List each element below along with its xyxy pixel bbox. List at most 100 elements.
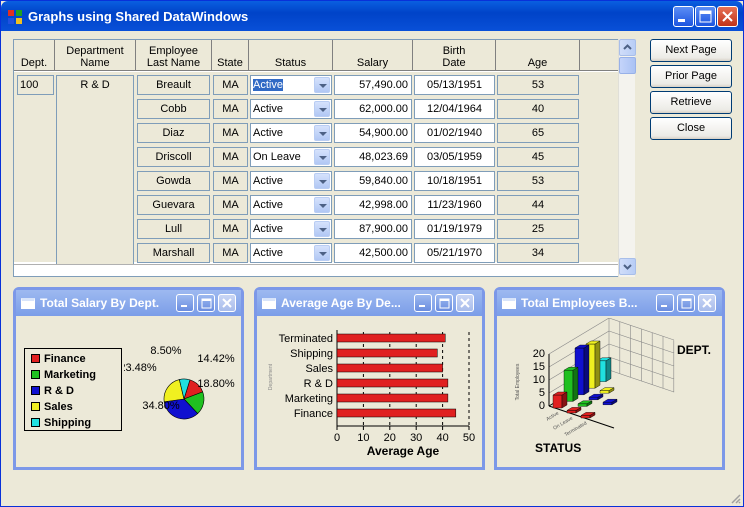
chevron-down-icon[interactable]	[314, 101, 330, 117]
salary-pie-chart: 14.42% 18.80% 34.80% 23.48% 8.50%	[124, 345, 235, 420]
status-dropdown[interactable]: Active	[250, 99, 332, 119]
scroll-thumb[interactable]	[619, 57, 636, 74]
cell-state[interactable]: MA	[213, 171, 248, 191]
cell-salary[interactable]: 54,900.00	[334, 123, 412, 143]
retrieve-button[interactable]: Retrieve	[650, 91, 732, 114]
cell-last-name[interactable]: Guevara	[137, 195, 210, 215]
scroll-down-button[interactable]	[619, 258, 636, 275]
cell-salary[interactable]: 42,998.00	[334, 195, 412, 215]
title-bar[interactable]: Graphs using Shared DataWindows	[1, 1, 743, 31]
cell-last-name[interactable]: Gowda	[137, 171, 210, 191]
status-dropdown[interactable]: Active	[250, 243, 332, 263]
cell-salary[interactable]: 57,490.00	[334, 75, 412, 95]
chevron-down-icon[interactable]	[314, 173, 330, 189]
cell-state[interactable]: MA	[213, 147, 248, 167]
cell-salary[interactable]: 48,023.69	[334, 147, 412, 167]
cell-last-name[interactable]: Diaz	[137, 123, 210, 143]
cell-state[interactable]: MA	[213, 243, 248, 263]
bar-side	[572, 366, 579, 402]
cell-dept-name[interactable]: R & D	[56, 75, 134, 265]
header-state: State	[212, 40, 249, 71]
bar	[336, 363, 443, 373]
cell-birth-date[interactable]: 01/02/1940	[414, 123, 495, 143]
cell-birth-date[interactable]: 01/19/1979	[414, 219, 495, 239]
minimize-button[interactable]	[673, 6, 694, 27]
cell-age[interactable]: 53	[497, 75, 579, 95]
cell-state[interactable]: MA	[213, 75, 248, 95]
legend-label: Finance	[44, 353, 86, 365]
cell-age[interactable]: 40	[497, 99, 579, 119]
employee-datawindow[interactable]: Dept. Department Name Employee Last Name…	[13, 39, 635, 277]
cell-birth-date[interactable]: 05/21/1970	[414, 243, 495, 263]
status-dropdown[interactable]: Active	[250, 75, 332, 95]
cell-age[interactable]: 25	[497, 219, 579, 239]
main-window: Graphs using Shared DataWindows Dept. De…	[0, 0, 744, 507]
cell-salary[interactable]: 87,900.00	[334, 219, 412, 239]
cell-last-name[interactable]: Marshall	[137, 243, 210, 263]
average-age-window[interactable]: Average Age By De... 0 10 20 30 40 50 Terminat…	[254, 287, 485, 470]
status-dropdown[interactable]: Active	[250, 195, 332, 215]
employees-close-button[interactable]	[698, 294, 716, 312]
scroll-up-button[interactable]	[619, 39, 636, 56]
cell-last-name[interactable]: Lull	[137, 219, 210, 239]
next-page-button[interactable]: Next Page	[650, 39, 732, 62]
status-dropdown[interactable]: Active	[250, 171, 332, 191]
chevron-down-icon	[623, 264, 632, 270]
bar-side	[594, 340, 601, 389]
prior-page-button[interactable]: Prior Page	[650, 65, 732, 88]
chevron-down-icon[interactable]	[314, 149, 330, 165]
total-employees-window[interactable]: Total Employees B... 0 5 10 15 20 Active On Le…	[494, 287, 725, 470]
chevron-down-icon[interactable]	[314, 125, 330, 141]
window-icon	[262, 298, 276, 309]
y-tick-label: 20	[533, 348, 545, 360]
cell-salary[interactable]: 59,840.00	[334, 171, 412, 191]
grid-vertical-scrollbar[interactable]	[618, 39, 636, 277]
resize-grip-icon[interactable]	[729, 492, 741, 504]
cell-birth-date[interactable]: 05/13/1951	[414, 75, 495, 95]
cell-age[interactable]: 53	[497, 171, 579, 191]
cell-birth-date[interactable]: 11/23/1960	[414, 195, 495, 215]
chevron-down-icon[interactable]	[314, 77, 330, 93]
employees-window-titlebar[interactable]: Total Employees B...	[497, 290, 722, 316]
minimize-icon	[419, 305, 425, 307]
cell-state[interactable]: MA	[213, 99, 248, 119]
cell-birth-date[interactable]: 03/05/1959	[414, 147, 495, 167]
chevron-down-icon[interactable]	[314, 245, 330, 261]
chevron-down-icon[interactable]	[314, 221, 330, 237]
cell-age[interactable]: 45	[497, 147, 579, 167]
close-window-button[interactable]	[717, 6, 738, 27]
salary-window-titlebar[interactable]: Total Salary By Dept.	[16, 290, 241, 316]
employees-minimize-button[interactable]	[656, 294, 674, 312]
cell-age[interactable]: 65	[497, 123, 579, 143]
cell-age[interactable]: 34	[497, 243, 579, 263]
average-age-bar-chart: 0 10 20 30 40 50 Terminated Shipping Sales R & D M…	[268, 330, 475, 458]
cell-last-name[interactable]: Breault	[137, 75, 210, 95]
cell-birth-date[interactable]: 10/18/1951	[414, 171, 495, 191]
maximize-icon	[201, 298, 212, 309]
age-window-titlebar[interactable]: Average Age By De...	[257, 290, 482, 316]
salary-close-button[interactable]	[218, 294, 236, 312]
cell-age[interactable]: 44	[497, 195, 579, 215]
cell-salary[interactable]: 42,500.00	[334, 243, 412, 263]
status-dropdown[interactable]: On Leave	[250, 147, 332, 167]
cell-salary[interactable]: 62,000.00	[334, 99, 412, 119]
age-close-button[interactable]	[456, 294, 474, 312]
cell-state[interactable]: MA	[213, 195, 248, 215]
maximize-button[interactable]	[695, 6, 716, 27]
status-dropdown[interactable]: Active	[250, 123, 332, 143]
salary-by-dept-window[interactable]: Total Salary By Dept. Finance Marketing R …	[13, 287, 244, 470]
cell-state[interactable]: MA	[213, 219, 248, 239]
salary-minimize-button[interactable]	[176, 294, 194, 312]
age-maximize-button[interactable]	[435, 294, 453, 312]
cell-state[interactable]: MA	[213, 123, 248, 143]
age-minimize-button[interactable]	[414, 294, 432, 312]
close-button[interactable]: Close	[650, 117, 732, 140]
salary-maximize-button[interactable]	[197, 294, 215, 312]
status-dropdown[interactable]: Active	[250, 219, 332, 239]
employees-maximize-button[interactable]	[677, 294, 695, 312]
cell-last-name[interactable]: Driscoll	[137, 147, 210, 167]
cell-dept[interactable]: 100	[17, 75, 54, 95]
chevron-down-icon[interactable]	[314, 197, 330, 213]
cell-birth-date[interactable]: 12/04/1964	[414, 99, 495, 119]
cell-last-name[interactable]: Cobb	[137, 99, 210, 119]
